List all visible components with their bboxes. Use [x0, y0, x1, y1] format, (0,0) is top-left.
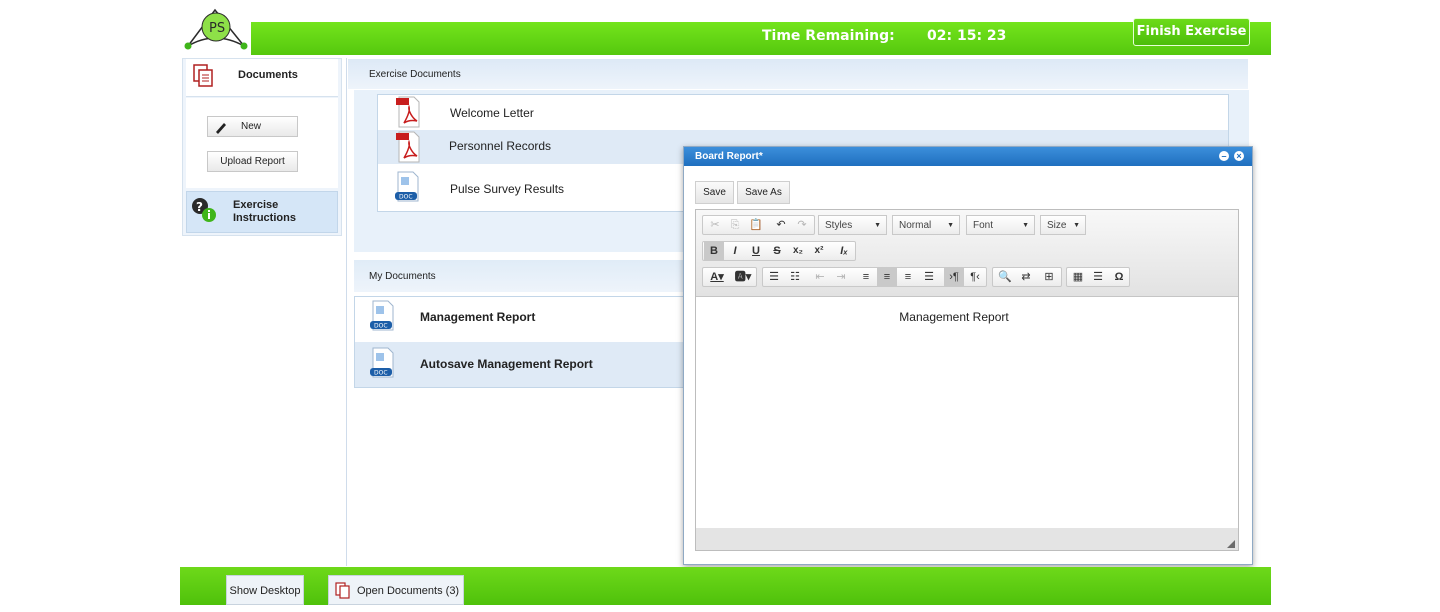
rtl-direction-icon[interactable]: ¶‹ — [965, 268, 985, 286]
indent-icon[interactable]: ⇥ — [831, 268, 851, 286]
paragraph-group: ☰ ☷ ⇤ ⇥ ≡ ≡ ≡ ☰ ›¶ ¶‹ — [762, 267, 987, 287]
close-icon[interactable]: × — [1234, 151, 1244, 161]
instructions-icon: ? — [191, 197, 217, 223]
documents-icon — [335, 582, 351, 612]
align-right-icon[interactable]: ≡ — [898, 268, 918, 286]
doc-icon: DOC — [394, 171, 422, 208]
paste-icon[interactable]: 📋 — [746, 216, 766, 234]
subscript-icon[interactable]: x₂ — [788, 242, 808, 260]
exercise-documents-header — [348, 59, 1248, 89]
doc-icon: DOC — [369, 300, 397, 337]
pencil-icon — [215, 117, 227, 145]
show-desktop-button[interactable]: Show Desktop — [226, 575, 304, 605]
remove-format-icon[interactable]: Iₓ — [834, 242, 854, 260]
app-logo: PS — [180, 0, 251, 55]
sidebar-item-documents-label: Documents — [238, 69, 298, 81]
svg-text:DOC: DOC — [374, 370, 388, 377]
ltr-direction-icon[interactable]: ›¶ — [944, 268, 964, 286]
chevron-down-icon: ▼ — [1022, 222, 1029, 229]
styles-select[interactable]: Styles ▼ — [818, 215, 887, 235]
documents-icon — [193, 64, 215, 88]
resize-handle-icon[interactable] — [1226, 536, 1236, 548]
open-documents-label: Open Documents (3) — [357, 585, 460, 597]
special-character-icon[interactable]: Ω — [1109, 268, 1129, 286]
instructions-label-line1: Exercise — [233, 199, 279, 211]
save-button[interactable]: Save — [695, 181, 734, 204]
exercise-documents-title: Exercise Documents — [369, 69, 461, 80]
document-name: Welcome Letter — [450, 106, 534, 120]
text-color-icon[interactable]: A▾ — [705, 268, 729, 286]
new-button-label: New — [241, 121, 262, 132]
align-center-icon[interactable]: ≡ — [877, 268, 897, 286]
numbered-list-icon[interactable]: ☰ — [764, 268, 784, 286]
save-as-button[interactable]: Save As — [737, 181, 790, 204]
chevron-down-icon: ▼ — [874, 222, 881, 229]
top-bar — [180, 22, 1271, 55]
format-select-value: Normal — [899, 220, 932, 231]
outdent-icon[interactable]: ⇤ — [810, 268, 830, 286]
bulleted-list-icon[interactable]: ☷ — [785, 268, 805, 286]
svg-text:DOC: DOC — [374, 323, 388, 330]
instructions-label-line2: Instructions — [233, 212, 296, 224]
find-group: 🔍 ⇄ ⊞ — [992, 267, 1062, 287]
font-select[interactable]: Font ▼ — [966, 215, 1035, 235]
document-name: Autosave Management Report — [420, 357, 593, 371]
strikethrough-icon[interactable]: S — [767, 242, 787, 260]
size-select-value: Size — [1047, 220, 1067, 231]
clipboard-group: ✂ ⎘ 📋 ↶ ↷ — [702, 215, 815, 235]
cut-icon[interactable]: ✂ — [705, 216, 725, 234]
insert-group: ▦ ☰ Ω — [1066, 267, 1130, 287]
italic-icon[interactable]: I — [725, 242, 745, 260]
pdf-icon — [396, 131, 422, 168]
styles-select-value: Styles — [825, 220, 853, 231]
page-break-icon[interactable]: ⊞ — [1039, 268, 1059, 286]
find-icon[interactable]: 🔍 — [995, 268, 1015, 286]
color-group: A▾ 🅰▾ — [702, 267, 757, 287]
horizontal-line-icon[interactable]: ☰ — [1088, 268, 1108, 286]
report-title-bar[interactable] — [684, 147, 1252, 166]
time-remaining-value: 02: 15: 23 — [927, 28, 1007, 44]
superscript-icon[interactable]: x² — [809, 242, 829, 260]
background-color-icon[interactable]: 🅰▾ — [731, 268, 755, 286]
align-left-icon[interactable]: ≡ — [856, 268, 876, 286]
document-name: Personnel Records — [449, 139, 552, 153]
replace-icon[interactable]: ⇄ — [1016, 268, 1036, 286]
chevron-down-icon: ▼ — [947, 222, 954, 229]
size-select[interactable]: Size ▼ — [1040, 215, 1086, 235]
document-name: Pulse Survey Results — [450, 182, 565, 196]
finish-exercise-button[interactable]: Finish Exercise — [1133, 18, 1250, 46]
svg-text:?: ? — [196, 200, 203, 214]
time-remaining-label: Time Remaining: — [762, 28, 895, 44]
pdf-icon — [396, 96, 422, 133]
document-actions — [186, 98, 338, 188]
format-select[interactable]: Normal ▼ — [892, 215, 960, 235]
table-icon[interactable]: ▦ — [1068, 268, 1088, 286]
font-select-value: Font — [973, 220, 994, 231]
report-window-title: Board Report* — [695, 151, 763, 162]
sidebar-item-instructions-label: Exercise Instructions — [233, 199, 296, 225]
bold-icon[interactable]: B — [704, 242, 724, 260]
my-documents-title: My Documents — [369, 271, 436, 282]
doc-icon: DOC — [369, 347, 397, 384]
new-document-button[interactable]: New — [207, 116, 298, 137]
editor-content[interactable]: Management Report — [697, 310, 1211, 324]
justify-icon[interactable]: ☰ — [919, 268, 939, 286]
document-name: Management Report — [420, 310, 536, 324]
underline-icon[interactable]: U — [746, 242, 766, 260]
upload-report-button[interactable]: Upload Report — [207, 151, 298, 172]
redo-icon[interactable]: ↷ — [792, 216, 812, 234]
open-documents-button[interactable]: Open Documents (3) — [328, 575, 464, 605]
basic-styles-group: B I U S x₂ x² Iₓ — [702, 241, 856, 261]
undo-icon[interactable]: ↶ — [771, 216, 791, 234]
copy-icon[interactable]: ⎘ — [725, 216, 745, 234]
svg-text:DOC: DOC — [399, 194, 413, 201]
minimize-icon[interactable]: – — [1219, 151, 1229, 161]
logo-text: PS — [209, 21, 225, 36]
editor-status-bar — [696, 528, 1238, 550]
chevron-down-icon: ▼ — [1073, 222, 1080, 229]
